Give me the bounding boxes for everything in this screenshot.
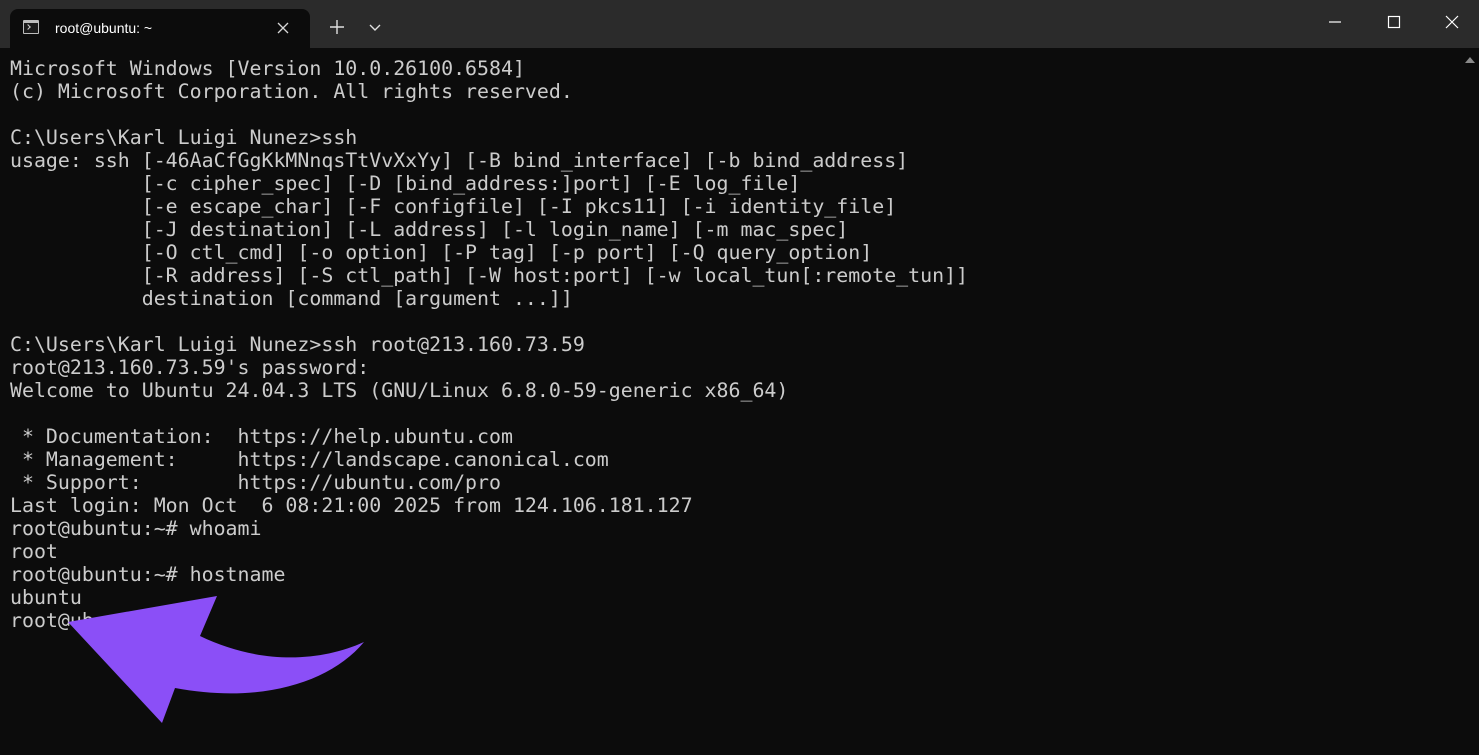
terminal-line: * Support: https://ubuntu.com/pro [10,471,501,494]
terminal-output[interactable]: Microsoft Windows [Version 10.0.26100.65… [10,57,1450,747]
terminal-line: Microsoft Windows [Version 10.0.26100.65… [10,57,525,80]
terminal-line: root@ub [10,609,94,632]
chevron-down-icon [369,24,381,31]
terminal-line: root@ubuntu:~# hostname [10,563,286,586]
terminal-icon [23,20,39,34]
terminal-line: C:\Users\Karl Luigi Nunez>ssh [10,126,358,149]
terminal-line: usage: ssh [-46AaCfGgKkMNnqsTtVvXxYy] [-… [10,149,909,172]
new-tab-button[interactable] [323,13,351,41]
close-icon [1445,15,1459,29]
terminal-line: Last login: Mon Oct 6 08:21:00 2025 from… [10,494,693,517]
terminal-line: root@213.160.73.59's password: [10,356,370,379]
terminal-line: [-R address] [-S ctl_path] [-W host:port… [10,264,969,287]
terminal-line: [-J destination] [-L address] [-l login_… [10,218,849,241]
terminal-line: [-O ctl_cmd] [-o option] [-P tag] [-p po… [10,241,873,264]
terminal-line: [-c cipher_spec] [-D [bind_address:]port… [10,172,801,195]
terminal-line: ubuntu [10,586,82,609]
scroll-up-arrow-icon[interactable] [1465,57,1475,63]
terminal-line: * Management: https://landscape.canonica… [10,448,609,471]
title-bar[interactable]: root@ubuntu: ~ [0,0,1479,48]
terminal-window: root@ubuntu: ~ Microsoft Windows [Versio… [0,0,1479,755]
tab-dropdown-button[interactable] [361,13,389,41]
terminal-line: Welcome to Ubuntu 24.04.3 LTS (GNU/Linux… [10,379,789,402]
maximize-icon [1387,15,1401,29]
terminal-line: root [10,540,58,563]
plus-icon [330,20,344,34]
terminal-line: * Documentation: https://help.ubuntu.com [10,425,513,448]
minimize-button[interactable] [1306,0,1364,44]
minimize-icon [1329,21,1341,23]
scrollbar[interactable] [1461,48,1479,755]
terminal-line: root@ubuntu:~# whoami [10,517,262,540]
close-window-button[interactable] [1423,0,1479,44]
terminal-line: C:\Users\Karl Luigi Nunez>ssh root@213.1… [10,333,585,356]
tab-root-ubuntu[interactable]: root@ubuntu: ~ [10,9,310,48]
terminal-line: [-e escape_char] [-F configfile] [-I pkc… [10,195,897,218]
maximize-button[interactable] [1365,0,1423,44]
tab-title: root@ubuntu: ~ [55,20,153,36]
terminal-line: (c) Microsoft Corporation. All rights re… [10,80,573,103]
close-icon[interactable] [273,18,293,38]
terminal-line: destination [command [argument ...]] [10,287,573,310]
